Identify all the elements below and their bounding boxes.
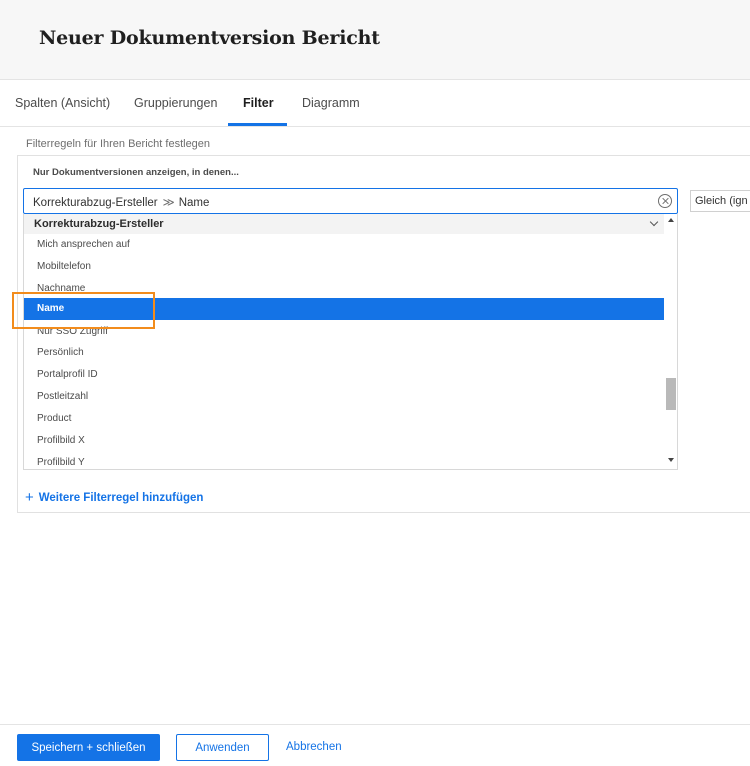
tab-chart[interactable]: Diagramm bbox=[302, 96, 360, 110]
page-title: Neuer Dokumentversion Bericht bbox=[39, 27, 380, 49]
list-item[interactable]: Portalprofil ID bbox=[24, 364, 664, 386]
apply-button[interactable]: Anwenden bbox=[176, 734, 269, 761]
field-path: Korrekturabzug-Ersteller ≫ Name bbox=[33, 195, 209, 209]
save-close-button[interactable]: Speichern + schließen bbox=[17, 734, 160, 761]
dropdown-scrollbar[interactable] bbox=[665, 214, 677, 469]
scroll-thumb[interactable] bbox=[666, 378, 676, 410]
tab-bar: Spalten (Ansicht) Gruppierungen Filter D… bbox=[0, 80, 750, 127]
dropdown-group-label: Korrekturabzug-Ersteller bbox=[34, 218, 164, 230]
clear-icon[interactable] bbox=[658, 194, 672, 208]
annotation-highlight-box bbox=[12, 292, 155, 329]
dropdown-group-header[interactable]: Korrekturabzug-Ersteller bbox=[24, 214, 664, 234]
list-item-label: Mobiltelefon bbox=[37, 261, 91, 272]
tab-filter[interactable]: Filter bbox=[243, 96, 274, 110]
list-item-label: Profilbild Y bbox=[37, 457, 85, 468]
operator-select[interactable]: Gleich (ign bbox=[690, 190, 750, 212]
plus-icon: + bbox=[25, 489, 34, 506]
list-item-label: Portalprofil ID bbox=[37, 369, 98, 380]
list-item[interactable]: Mich ansprechen auf bbox=[24, 234, 664, 256]
cancel-link[interactable]: Abbrechen bbox=[286, 741, 342, 753]
list-item-label: Profilbild X bbox=[37, 435, 85, 446]
list-item[interactable]: Profilbild Y bbox=[24, 452, 664, 469]
tab-columns[interactable]: Spalten (Ansicht) bbox=[15, 96, 110, 110]
list-item[interactable]: Postleitzahl bbox=[24, 386, 664, 408]
path-separator: ≫ bbox=[162, 197, 175, 209]
filter-subhint: Nur Dokumentversionen anzeigen, in denen… bbox=[33, 167, 239, 178]
list-item[interactable]: Product bbox=[24, 408, 664, 430]
chevron-down-icon[interactable] bbox=[649, 217, 659, 227]
field-path-value: Name bbox=[178, 197, 210, 209]
field-dropdown-list[interactable]: Korrekturabzug-Ersteller Mich ansprechen… bbox=[23, 214, 678, 470]
scroll-up-arrow-icon[interactable] bbox=[668, 218, 674, 222]
scroll-down-arrow-icon[interactable] bbox=[668, 458, 674, 462]
list-item[interactable]: Persönlich bbox=[24, 342, 664, 364]
list-item-label: Persönlich bbox=[37, 347, 84, 358]
filter-hint: Filterregeln für Ihren Bericht festlegen bbox=[26, 138, 211, 150]
footer-bar: Speichern + schließen Anwenden Abbrechen bbox=[0, 724, 750, 766]
list-item[interactable]: Mobiltelefon bbox=[24, 256, 664, 278]
list-item-label: Mich ansprechen auf bbox=[37, 239, 130, 250]
filter-field-input[interactable]: Korrekturabzug-Ersteller ≫ Name bbox=[23, 188, 678, 214]
active-tab-indicator bbox=[228, 123, 287, 126]
list-item-label: Postleitzahl bbox=[37, 391, 89, 402]
tab-groupings[interactable]: Gruppierungen bbox=[134, 96, 217, 110]
field-path-parent: Korrekturabzug-Ersteller bbox=[33, 197, 158, 209]
add-filter-rule-link[interactable]: + Weitere Filterregel hinzufügen bbox=[25, 488, 204, 506]
add-filter-rule-label: Weitere Filterregel hinzufügen bbox=[38, 492, 204, 504]
list-item-label: Product bbox=[37, 413, 72, 424]
list-item[interactable]: Profilbild X bbox=[24, 430, 664, 452]
page-header: Neuer Dokumentversion Bericht bbox=[0, 0, 750, 80]
